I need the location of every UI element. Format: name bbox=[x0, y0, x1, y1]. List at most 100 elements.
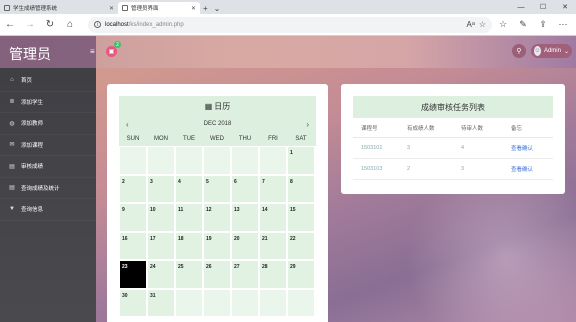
tab-label: 管理员界面 bbox=[131, 6, 159, 12]
window-controls: — ☐ ✕ bbox=[510, 0, 576, 14]
sidebar-item-label: 查询信息 bbox=[21, 207, 44, 214]
home-icon[interactable]: ⌂ bbox=[60, 19, 80, 30]
calendar-day[interactable]: 11 bbox=[175, 203, 203, 232]
menu-toggle-icon[interactable]: ≡ bbox=[90, 47, 95, 56]
address-bar[interactable]: i localhost/ks/index_admin.php Aᵃ ☆ bbox=[88, 16, 492, 33]
calendar-day[interactable]: 25 bbox=[175, 260, 203, 289]
calendar-day[interactable]: 26 bbox=[203, 260, 231, 289]
prev-month-button[interactable]: ‹ bbox=[126, 120, 129, 129]
read-aloud-icon[interactable]: Aᵃ bbox=[467, 20, 475, 29]
calendar-empty-cell bbox=[203, 146, 231, 175]
weekday-label: TUE bbox=[183, 136, 195, 142]
calendar-day-today[interactable]: 23 bbox=[119, 260, 147, 289]
calendar-empty-cell bbox=[287, 288, 315, 317]
view-confirm-link[interactable]: 查看确认 bbox=[511, 144, 571, 152]
bar-chart-icon: ▤ bbox=[9, 185, 15, 192]
calendar-day[interactable]: 2 bbox=[119, 174, 147, 203]
close-icon[interactable]: ✕ bbox=[191, 5, 196, 12]
calendar-day[interactable]: 18 bbox=[175, 231, 203, 260]
browser-toolbar: ← → ↻ ⌂ i localhost/ks/index_admin.php A… bbox=[0, 14, 576, 36]
weekday-label: FRI bbox=[268, 136, 278, 142]
calendar-day[interactable]: 12 bbox=[203, 203, 231, 232]
calendar-card: ▦ 日历 ‹ DEC 2018 › SUN MON TUE WED THU FRI SAT … bbox=[107, 84, 328, 322]
calendar-day[interactable]: 8 bbox=[287, 174, 315, 203]
refresh-icon[interactable]: ↻ bbox=[40, 19, 60, 30]
calendar-day[interactable]: 6 bbox=[231, 174, 259, 203]
next-month-button[interactable]: › bbox=[306, 120, 309, 129]
url-path: /ks/index_admin.php bbox=[128, 21, 184, 28]
calendar-day[interactable]: 17 bbox=[147, 231, 175, 260]
pending-count: 3 bbox=[461, 166, 465, 172]
calendar-day[interactable]: 1 bbox=[287, 146, 315, 175]
chevron-down-icon: ⌄ bbox=[563, 48, 569, 55]
calendar-day[interactable]: 30 bbox=[119, 288, 147, 317]
calendar-day[interactable]: 4 bbox=[175, 174, 203, 203]
pen-icon[interactable]: ✎ bbox=[514, 19, 532, 30]
calendar-day[interactable]: 20 bbox=[231, 231, 259, 260]
calendar-empty-cell bbox=[175, 146, 203, 175]
weekday-label: SUN bbox=[126, 136, 140, 142]
calendar-day[interactable]: 10 bbox=[147, 203, 175, 232]
share-icon[interactable]: ⇪ bbox=[534, 19, 552, 30]
calendar-empty-cell bbox=[203, 288, 231, 317]
back-icon[interactable]: ← bbox=[0, 19, 20, 30]
sidebar-item-label: 查询成绩及统计 bbox=[21, 185, 60, 192]
pending-count: 4 bbox=[461, 145, 465, 151]
calendar-day[interactable]: 28 bbox=[259, 260, 287, 289]
view-confirm-link[interactable]: 查看确认 bbox=[511, 165, 571, 173]
browser-tab[interactable]: 学生成绩管理系统 ✕ bbox=[0, 2, 118, 14]
minimize-icon[interactable]: — bbox=[510, 0, 532, 14]
sidebar-item-home[interactable]: ⌂ 首页 bbox=[0, 70, 96, 92]
calendar-day[interactable]: 31 bbox=[147, 288, 175, 317]
new-tab-button[interactable]: + bbox=[200, 2, 211, 14]
calendar-day[interactable]: 7 bbox=[259, 174, 287, 203]
calendar-weekdays: SUN MON TUE WED THU FRI SAT bbox=[119, 132, 316, 146]
table-row: 1503103 2 3 查看确认 bbox=[353, 159, 553, 180]
close-icon[interactable]: ✕ bbox=[109, 5, 114, 12]
calendar-day[interactable]: 14 bbox=[259, 203, 287, 232]
bar-chart-icon: ▤ bbox=[9, 163, 15, 170]
browser-tab-active[interactable]: 管理员界面 ✕ bbox=[118, 2, 200, 14]
sidebar-item-add-student[interactable]: ≣ 添加学生 bbox=[0, 92, 96, 113]
sidebar-item-add-teacher[interactable]: ◍ 添加教师 bbox=[0, 113, 96, 135]
course-id: 1503103 bbox=[361, 166, 383, 172]
calendar-day[interactable]: 22 bbox=[287, 231, 315, 260]
favorites-icon[interactable]: ☆ bbox=[494, 19, 512, 30]
column-header: 待审人数 bbox=[461, 125, 484, 132]
more-icon[interactable]: ⋯ bbox=[554, 19, 572, 30]
calendar-empty-cell bbox=[231, 146, 259, 175]
user-name: Admin bbox=[543, 48, 561, 54]
favorite-star-icon[interactable]: ☆ bbox=[479, 20, 486, 29]
calendar-day[interactable]: 5 bbox=[203, 174, 231, 203]
sidebar-item-label: 添加学生 bbox=[21, 99, 44, 106]
user-menu[interactable]: ☺ Admin ⌄ bbox=[531, 44, 572, 58]
calendar-day[interactable]: 24 bbox=[147, 260, 175, 289]
brand-title: 管理员 bbox=[0, 36, 96, 68]
maximize-icon[interactable]: ☐ bbox=[532, 0, 554, 14]
calendar-day[interactable]: 3 bbox=[147, 174, 175, 203]
forward-icon[interactable]: → bbox=[20, 19, 40, 30]
calendar-day[interactable]: 16 bbox=[119, 231, 147, 260]
calendar-day[interactable]: 27 bbox=[231, 260, 259, 289]
calendar-day[interactable]: 21 bbox=[259, 231, 287, 260]
sidebar-item-label: 添加教师 bbox=[21, 121, 44, 128]
weekday-label: WED bbox=[210, 136, 224, 142]
calendar-day[interactable]: 29 bbox=[287, 260, 315, 289]
grade-review-task-card: 成绩审核任务列表 课程号 有成绩人数 待审人数 备忘 1503101 3 4 查… bbox=[341, 84, 565, 194]
calendar-day[interactable]: 19 bbox=[203, 231, 231, 260]
filter-icon: ▼ bbox=[9, 206, 15, 213]
sidebar-item-add-course[interactable]: ✉ 添加课程 bbox=[0, 135, 96, 156]
tab-label: 学生成绩管理系统 bbox=[13, 6, 58, 12]
info-icon[interactable]: i bbox=[94, 21, 101, 28]
calendar-day[interactable]: 13 bbox=[231, 203, 259, 232]
calendar-day[interactable]: 9 bbox=[119, 203, 147, 232]
sidebar-item-query-info[interactable]: ▼ 查询信息 bbox=[0, 199, 96, 221]
search-icon[interactable]: ⚲ bbox=[512, 44, 526, 58]
main-content: ▦ 日历 ‹ DEC 2018 › SUN MON TUE WED THU FRI SAT … bbox=[96, 68, 576, 322]
sidebar-item-review-grades[interactable]: ▤ 审核成绩 bbox=[0, 156, 96, 178]
tab-list-button[interactable]: ⌄ bbox=[211, 2, 224, 14]
app-header: 管理员 ≡ ▣ 2 ⚲ ☺ Admin ⌄ bbox=[0, 36, 576, 68]
calendar-day[interactable]: 15 bbox=[287, 203, 315, 232]
sidebar-item-grade-statistics[interactable]: ▤ 查询成绩及统计 bbox=[0, 178, 96, 199]
close-icon[interactable]: ✕ bbox=[554, 0, 576, 14]
